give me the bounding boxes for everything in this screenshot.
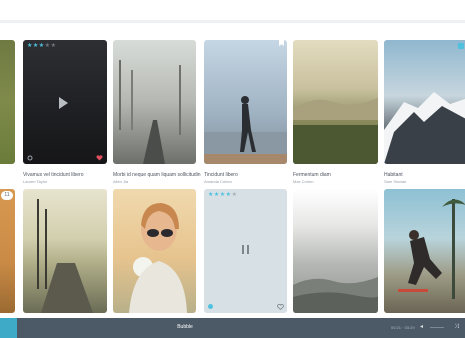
info-icon[interactable] [458, 43, 464, 49]
card-image [119, 60, 181, 164]
card-title[interactable]: Habitant [384, 172, 403, 178]
track-title[interactable]: Bubble [0, 324, 370, 330]
card-subtitle[interactable]: Lauren Taylor [23, 179, 47, 184]
card-1-4[interactable] [204, 40, 287, 164]
card-2-2[interactable] [23, 189, 107, 313]
top-bar [0, 0, 465, 20]
card-subtitle[interactable]: Sam Sinclair [384, 179, 406, 184]
card-1-1[interactable] [0, 40, 15, 164]
card-2-3[interactable] [113, 189, 196, 313]
shuffle-icon[interactable]: ⤨ [454, 324, 459, 330]
count-badge: 11 [1, 191, 13, 200]
card-1-3[interactable] [113, 40, 196, 164]
card-2-6[interactable] [384, 189, 465, 313]
volume-icon[interactable]: ◂ [420, 324, 423, 330]
pause-icon[interactable] [241, 245, 250, 254]
card-image [129, 203, 187, 313]
card-title[interactable]: Vivamus vel tincidunt libero [23, 172, 84, 178]
card-subtitle[interactable]: Amanda Cohen [204, 179, 232, 184]
card-image [204, 96, 287, 164]
card-image [384, 92, 465, 164]
card-2-5[interactable] [293, 189, 378, 313]
card-subtitle[interactable]: Allen Jia [113, 179, 128, 184]
heart-icon[interactable] [96, 155, 103, 161]
card-image [293, 98, 378, 164]
card-1-5[interactable] [293, 40, 378, 164]
rating-stars[interactable]: ★★★★★ [208, 192, 237, 198]
card-1-2[interactable]: ★★★★★ [23, 40, 107, 164]
card-image [398, 199, 465, 299]
card-2-1[interactable]: 11 [0, 189, 15, 313]
rating-stars[interactable]: ★★★★★ [27, 43, 56, 49]
player-bar: Bubble 00:21 · 03:29 ◂ ⤨ [0, 318, 465, 338]
card-image [37, 199, 93, 313]
card-title[interactable]: Tincidunt libero [204, 172, 238, 178]
volume-slider[interactable] [430, 327, 444, 328]
card-title[interactable]: Morbi id neque quam liquam sollicitudin [113, 172, 201, 178]
play-icon[interactable] [59, 97, 68, 109]
card-1-6[interactable] [384, 40, 465, 164]
card-title[interactable]: Fermentum diam [293, 172, 331, 178]
card-subtitle[interactable]: Max Cohen [293, 179, 313, 184]
settings-icon[interactable] [208, 304, 213, 309]
card-image [293, 277, 378, 313]
card-2-4[interactable]: ★★★★★ [204, 189, 287, 313]
settings-icon[interactable] [27, 155, 33, 161]
heart-icon[interactable] [277, 304, 284, 310]
track-time: 00:21 · 03:29 [391, 325, 415, 330]
